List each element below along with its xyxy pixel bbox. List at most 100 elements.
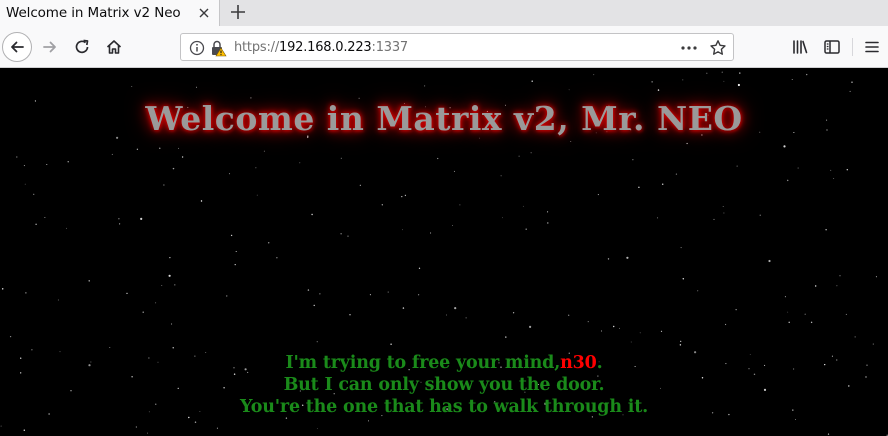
page-heading: Welcome in Matrix v2, Mr. NEO	[145, 99, 743, 138]
url-scheme: https://	[234, 40, 279, 55]
highlighted-username: n30	[560, 353, 597, 373]
url-host: 192.168.0.223	[279, 40, 372, 55]
star	[713, 218, 715, 220]
reload-button[interactable]	[70, 35, 94, 59]
star	[833, 178, 835, 180]
sidebar-button[interactable]	[820, 35, 844, 59]
star	[285, 417, 288, 419]
star	[35, 223, 37, 226]
navigation-toolbar: https://192.168.0.223:1337	[0, 26, 888, 68]
toolbar-separator	[852, 38, 853, 56]
star	[570, 141, 572, 142]
star	[547, 222, 549, 224]
library-button[interactable]	[788, 35, 812, 59]
star	[65, 227, 67, 229]
star	[402, 229, 403, 231]
star	[390, 343, 392, 346]
star	[651, 81, 653, 83]
star	[722, 206, 724, 208]
star	[830, 169, 832, 171]
insecure-lock-icon[interactable]	[209, 39, 227, 57]
tab-active[interactable]: Welcome in Matrix v2 Neo	[0, 0, 220, 26]
star	[739, 72, 741, 74]
star	[660, 330, 663, 332]
star	[307, 289, 310, 291]
star	[59, 351, 61, 353]
star	[686, 142, 688, 145]
star	[597, 194, 599, 196]
star	[783, 145, 786, 148]
message-line-2: But I can only show you the door.	[283, 375, 605, 395]
star	[340, 157, 342, 159]
home-icon	[106, 40, 122, 54]
star	[119, 223, 121, 225]
forward-button[interactable]	[38, 35, 62, 59]
star	[657, 217, 659, 219]
bookmark-star-icon[interactable]	[709, 39, 727, 57]
star	[25, 292, 27, 294]
star	[607, 258, 610, 260]
star	[349, 314, 351, 316]
star	[786, 179, 789, 182]
star	[0, 425, 2, 427]
new-tab-icon[interactable]	[227, 1, 249, 23]
star	[618, 327, 620, 329]
star	[723, 212, 725, 214]
star	[226, 295, 228, 297]
star	[531, 80, 533, 82]
star	[430, 232, 432, 234]
star	[418, 267, 421, 269]
star	[846, 168, 849, 171]
star	[178, 147, 180, 149]
star	[316, 341, 318, 343]
star	[368, 420, 369, 422]
star	[136, 148, 139, 150]
library-icon	[793, 40, 808, 54]
menu-button[interactable]	[860, 35, 884, 59]
close-icon[interactable]	[194, 3, 214, 23]
star	[682, 79, 684, 81]
star	[181, 156, 184, 158]
star	[547, 211, 549, 213]
info-icon[interactable]	[189, 40, 205, 56]
star	[267, 242, 270, 244]
home-button[interactable]	[102, 35, 126, 59]
star	[454, 307, 457, 310]
star	[723, 80, 725, 82]
star	[502, 217, 503, 219]
star	[1, 288, 4, 290]
star	[657, 89, 660, 91]
star	[359, 184, 361, 186]
star	[791, 79, 793, 80]
message-line-1-text: I'm trying to free your mind,	[285, 353, 561, 373]
star	[147, 432, 149, 434]
star	[230, 234, 233, 237]
url-text[interactable]: https://192.168.0.223:1337	[234, 40, 408, 55]
star	[682, 278, 685, 280]
address-bar[interactable]: https://192.168.0.223:1337	[180, 33, 734, 61]
star	[721, 71, 723, 73]
star	[235, 250, 237, 253]
arrow-right-icon	[43, 41, 56, 53]
star	[200, 200, 203, 202]
star	[530, 152, 532, 154]
star	[706, 72, 708, 74]
star	[140, 217, 143, 220]
star	[459, 204, 461, 206]
star	[109, 347, 111, 348]
star	[31, 349, 33, 351]
star	[872, 343, 874, 345]
star	[825, 229, 827, 231]
back-button[interactable]	[2, 32, 32, 62]
star	[401, 195, 403, 198]
star	[680, 340, 682, 342]
star	[44, 217, 46, 218]
star	[23, 429, 26, 431]
star	[638, 186, 640, 189]
star	[788, 321, 790, 324]
star	[216, 427, 218, 429]
star	[836, 285, 838, 287]
page-actions-icon[interactable]	[680, 40, 698, 56]
star	[142, 311, 144, 313]
star	[135, 426, 137, 428]
